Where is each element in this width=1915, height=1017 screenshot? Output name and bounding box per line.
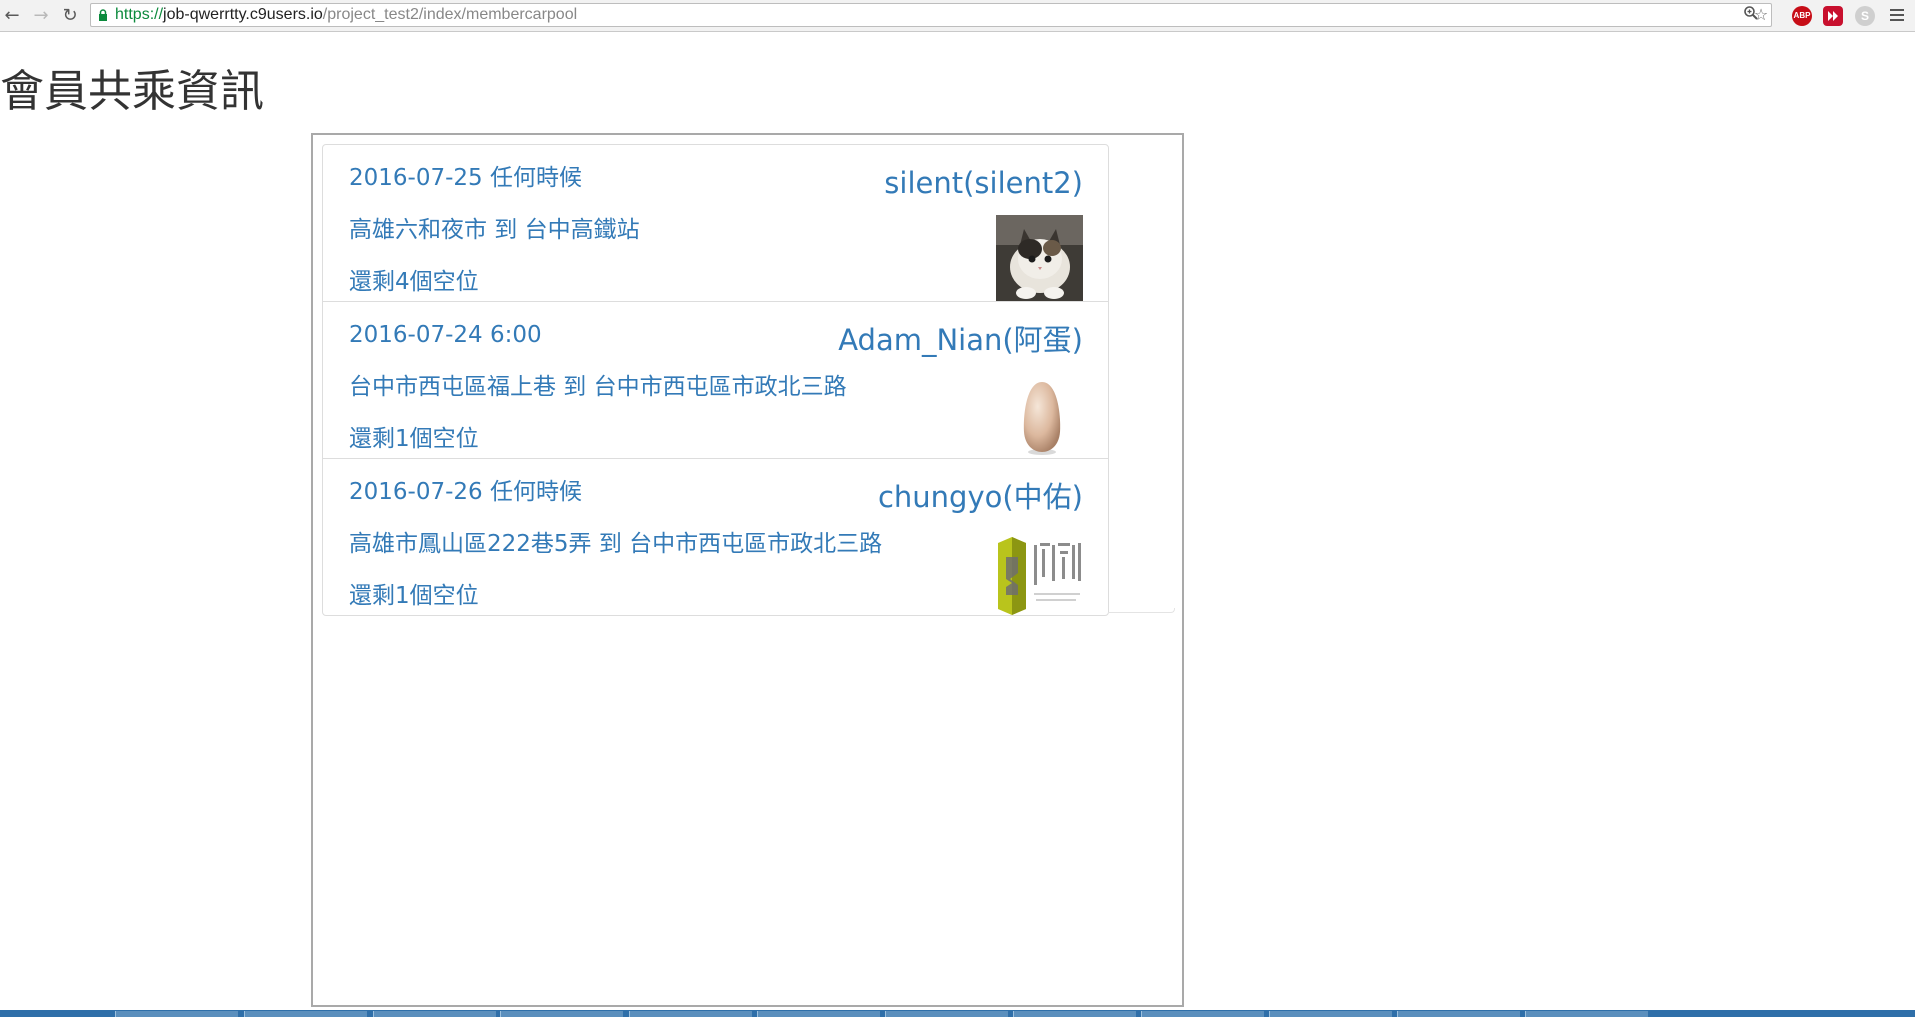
url-text[interactable]: https://job-qwerrtty.c9users.io/project_… bbox=[115, 4, 577, 26]
reload-icon[interactable]: ↻ bbox=[58, 4, 82, 28]
taskbar-button[interactable] bbox=[1141, 1011, 1264, 1017]
back-arrow-icon[interactable]: ← bbox=[0, 4, 24, 28]
taskbar-button[interactable] bbox=[1269, 1011, 1392, 1017]
carpool-user[interactable]: Adam_Nian(阿蛋) bbox=[838, 322, 1083, 358]
taskbar-button[interactable] bbox=[885, 1011, 1008, 1017]
taskbar bbox=[0, 1010, 1915, 1017]
carpool-list: 2016-07-25 任何時候 高雄六和夜市 到 台中高鐵站 還剩4個空位 si… bbox=[322, 144, 1109, 616]
logo-avatar bbox=[996, 529, 1083, 615]
url-scheme: https:// bbox=[115, 6, 164, 23]
taskbar-button[interactable] bbox=[629, 1011, 752, 1017]
browser-toolbar: ← → ↻ https://job-qwerrtty.c9users.io/pr… bbox=[0, 0, 1915, 32]
carpool-item[interactable]: 2016-07-25 任何時候 高雄六和夜市 到 台中高鐵站 還剩4個空位 si… bbox=[323, 145, 1108, 302]
taskbar-button[interactable] bbox=[373, 1011, 496, 1017]
carpool-user[interactable]: chungyo(中佑) bbox=[878, 479, 1083, 515]
url-path: /project_test2/index/membercarpool bbox=[322, 6, 578, 23]
taskbar-button[interactable] bbox=[115, 1011, 238, 1017]
taskbar-button[interactable] bbox=[1525, 1011, 1648, 1017]
browser-menu-icon[interactable] bbox=[1888, 6, 1906, 26]
adblock-label: ABP bbox=[1793, 11, 1811, 20]
egg-avatar bbox=[996, 372, 1083, 458]
url-host: job-qwerrtty.c9users.io bbox=[163, 6, 323, 23]
adblock-plus-icon[interactable]: ABP bbox=[1792, 6, 1812, 26]
taskbar-button[interactable] bbox=[757, 1011, 880, 1017]
carpool-item[interactable]: 2016-07-26 任何時候 高雄市鳳山區222巷5弄 到 台中市西屯區市政北… bbox=[323, 459, 1108, 615]
carpool-route: 台中市西屯區福上巷 到 台中市西屯區市政北三路 bbox=[349, 374, 847, 400]
skype-icon[interactable]: S bbox=[1855, 6, 1875, 26]
carpool-seats: 還剩4個空位 bbox=[349, 269, 479, 295]
carpool-seats: 還剩1個空位 bbox=[349, 583, 479, 609]
carpool-item[interactable]: 2016-07-24 6:00 台中市西屯區福上巷 到 台中市西屯區市政北三路 … bbox=[323, 302, 1108, 459]
bookmark-star-icon[interactable]: ☆ bbox=[1751, 5, 1771, 25]
lock-icon bbox=[99, 9, 107, 21]
kitten-avatar bbox=[996, 215, 1083, 301]
taskbar-button[interactable] bbox=[1013, 1011, 1136, 1017]
taskbar-button[interactable] bbox=[1397, 1011, 1520, 1017]
media-extension-icon[interactable] bbox=[1823, 6, 1843, 26]
carpool-seats: 還剩1個空位 bbox=[349, 426, 479, 452]
page-title: 會員共乘資訊 bbox=[0, 66, 264, 117]
taskbar-button[interactable] bbox=[500, 1011, 623, 1017]
carpool-datetime: 2016-07-24 6:00 bbox=[349, 322, 542, 348]
address-bar[interactable]: https://job-qwerrtty.c9users.io/project_… bbox=[90, 3, 1772, 27]
list-shadow-edge bbox=[1108, 608, 1175, 613]
taskbar-button[interactable] bbox=[244, 1011, 367, 1017]
carpool-route: 高雄市鳳山區222巷5弄 到 台中市西屯區市政北三路 bbox=[349, 531, 883, 557]
carpool-route: 高雄六和夜市 到 台中高鐵站 bbox=[349, 217, 640, 243]
carpool-datetime: 2016-07-25 任何時候 bbox=[349, 165, 582, 191]
carpool-datetime: 2016-07-26 任何時候 bbox=[349, 479, 582, 505]
carpool-user[interactable]: silent(silent2) bbox=[884, 165, 1083, 201]
forward-arrow-icon[interactable]: → bbox=[29, 4, 53, 28]
